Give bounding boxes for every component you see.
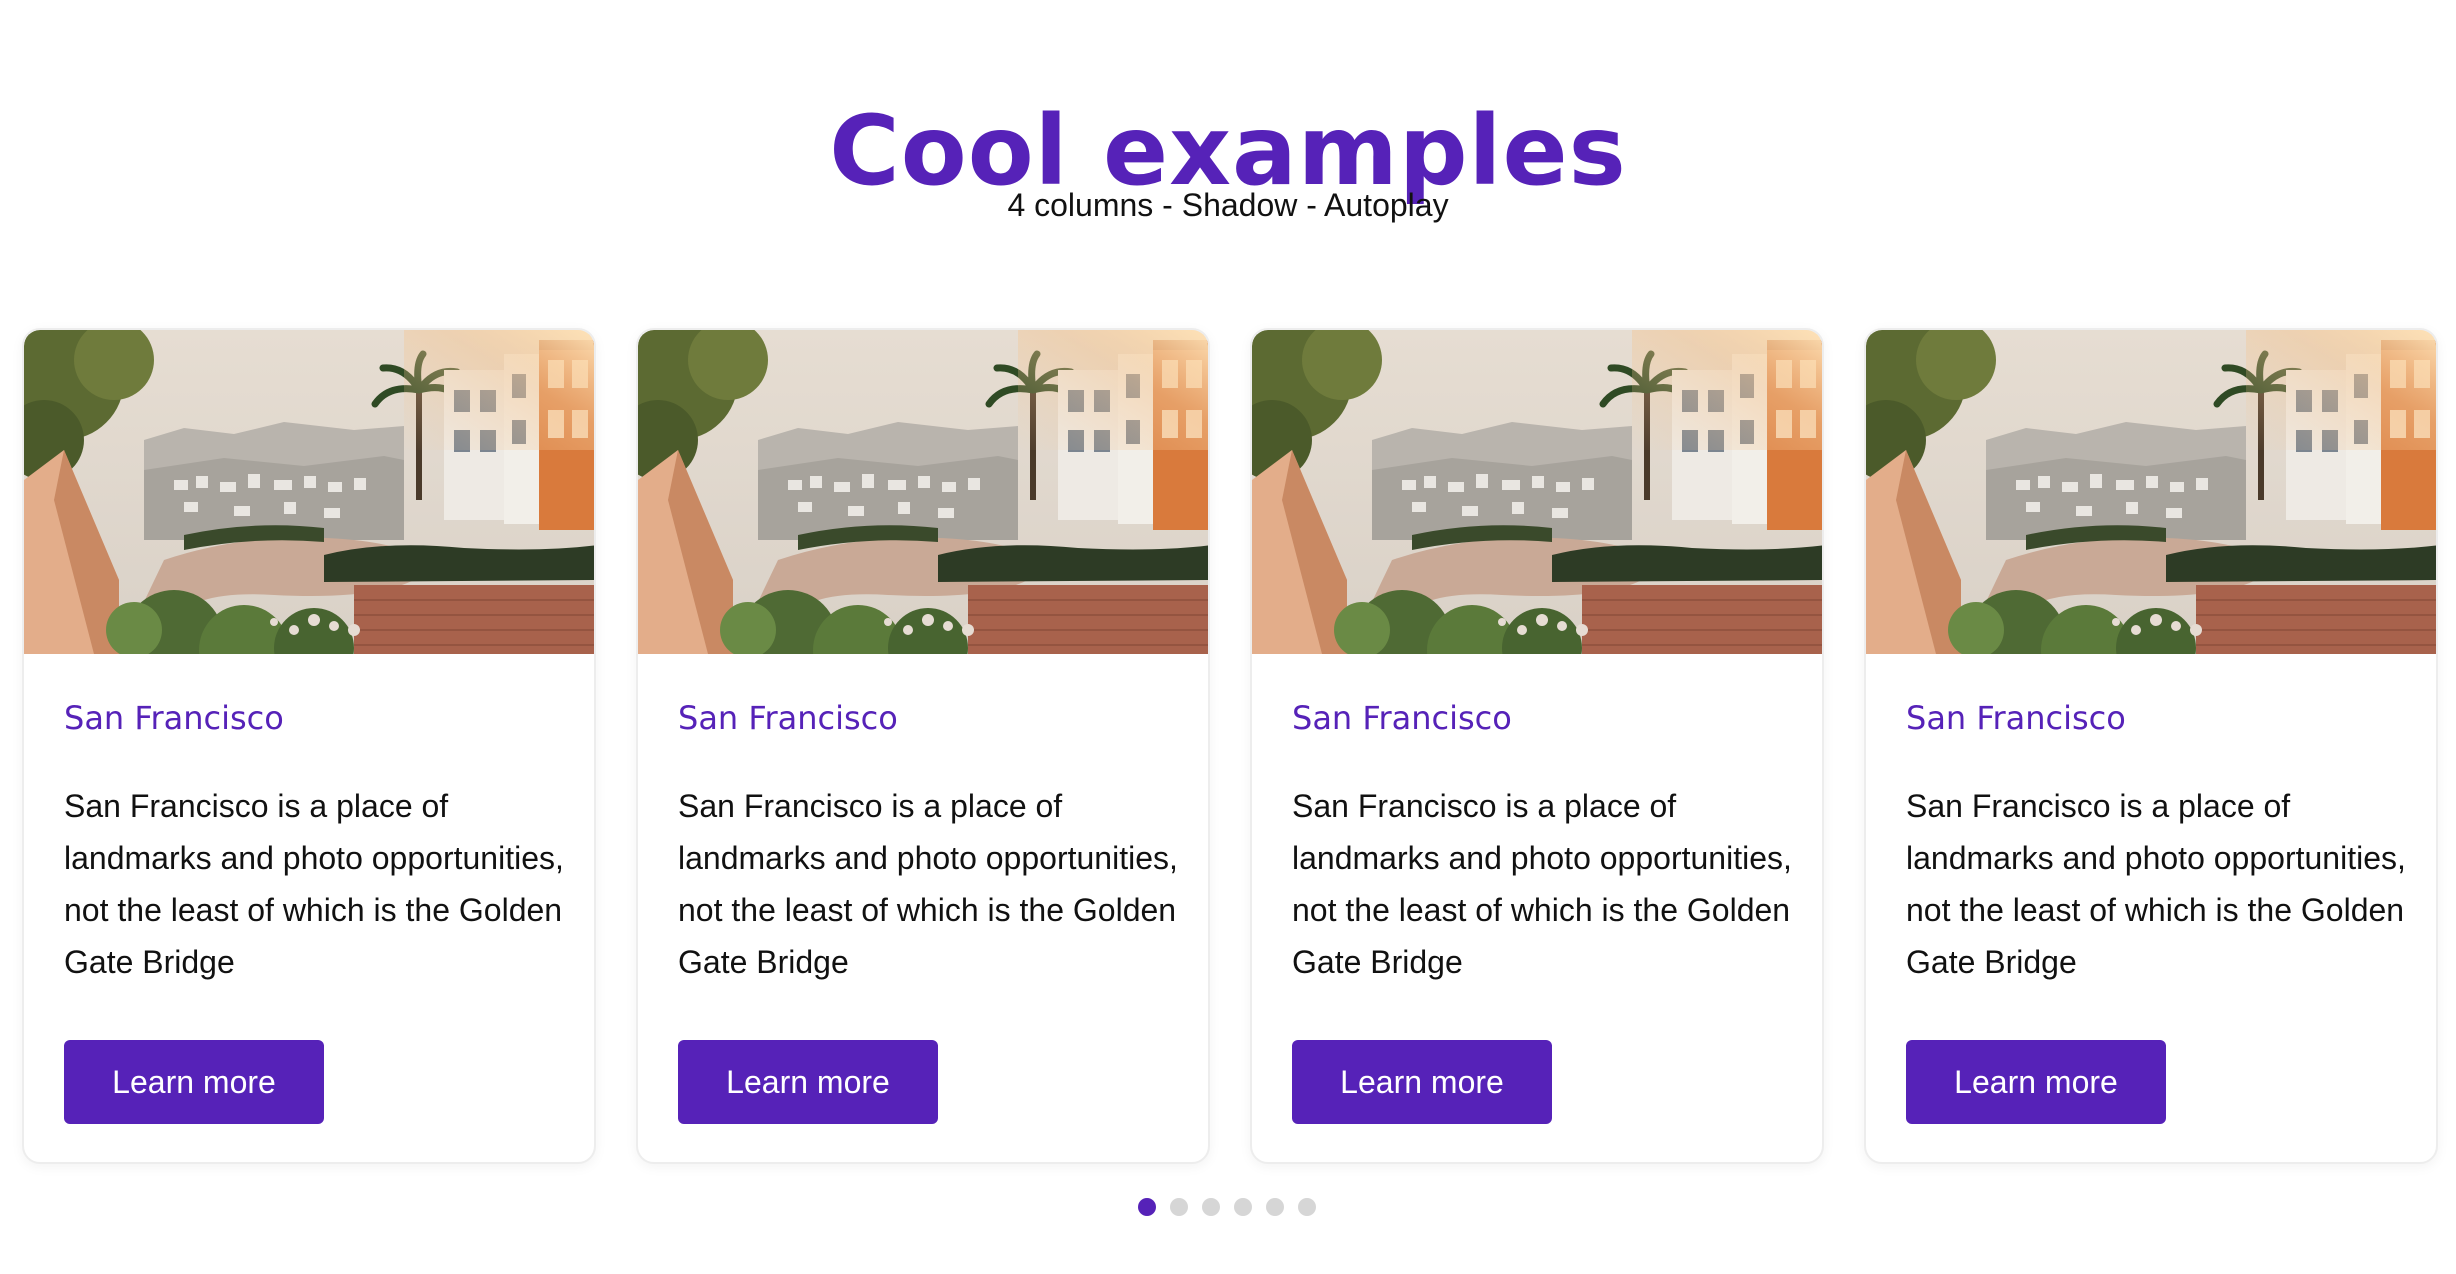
card-image — [638, 330, 1210, 654]
card-carousel: San Francisco San Francisco is a place o… — [0, 328, 2456, 1168]
learn-more-button[interactable]: Learn more — [64, 1040, 324, 1124]
learn-more-button[interactable]: Learn more — [1906, 1040, 2166, 1124]
carousel-pagination — [1138, 1198, 1316, 1218]
card-title: San Francisco — [64, 699, 284, 737]
card: San Francisco San Francisco is a place o… — [22, 328, 596, 1164]
pagination-dot[interactable] — [1234, 1198, 1252, 1216]
card: San Francisco San Francisco is a place o… — [636, 328, 1210, 1164]
pagination-dot[interactable] — [1298, 1198, 1316, 1216]
card-text: San Francisco is a place of landmarks an… — [1906, 788, 2406, 980]
pagination-dot[interactable] — [1202, 1198, 1220, 1216]
card-text: San Francisco is a place of landmarks an… — [678, 788, 1178, 980]
card-text: San Francisco is a place of landmarks an… — [1292, 788, 1792, 980]
card-title: San Francisco — [1906, 699, 2126, 737]
card-image — [1866, 330, 2438, 654]
learn-more-button[interactable]: Learn more — [1292, 1040, 1552, 1124]
card: San Francisco San Francisco is a place o… — [1250, 328, 1824, 1164]
learn-more-button[interactable]: Learn more — [678, 1040, 938, 1124]
card-text: San Francisco is a place of landmarks an… — [64, 788, 564, 980]
card-image — [24, 330, 596, 654]
card: San Francisco San Francisco is a place o… — [1864, 328, 2438, 1164]
pagination-dot[interactable] — [1138, 1198, 1156, 1216]
page-subtitle: 4 columns - Shadow - Autoplay — [1007, 187, 1449, 223]
card-image — [1252, 330, 1824, 654]
card-title: San Francisco — [678, 699, 898, 737]
pagination-dot[interactable] — [1170, 1198, 1188, 1216]
pagination-dot[interactable] — [1266, 1198, 1284, 1216]
card-title: San Francisco — [1292, 699, 1512, 737]
